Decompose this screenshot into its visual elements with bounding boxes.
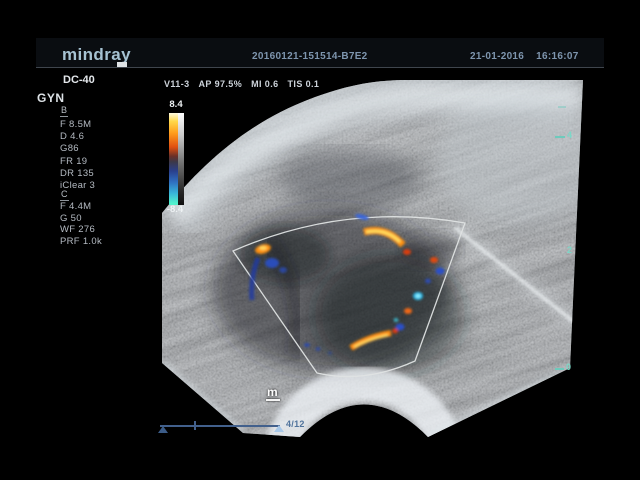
param-line: DR 135: [60, 168, 150, 180]
param-line: PRF 1.0k: [60, 236, 150, 248]
depth-label-4: 4: [567, 130, 572, 140]
cine-frame-indicator: 4/12: [286, 419, 305, 429]
doppler-color-bar: [169, 113, 178, 205]
datetime-display: 21-01-2016 16:16:07: [470, 51, 591, 62]
date-label: 21-01-2016: [470, 51, 524, 62]
machine-model-label: DC-40: [63, 74, 95, 86]
param-line: G86: [60, 143, 150, 155]
param-line: FR 19: [60, 156, 150, 168]
color-scale-max-label: 8.4: [162, 99, 190, 110]
exam-file-id: 20160121-151514-B7E2: [252, 51, 368, 62]
depth-tick-4: [555, 136, 565, 138]
b-mode-section-label: B: [60, 105, 68, 117]
time-label: 16:16:07: [536, 51, 578, 62]
param-line: F 8.5M: [60, 119, 150, 131]
cine-position-marker[interactable]: [274, 425, 284, 432]
ultrasound-screen: mindray 20160121-151514-B7E2 21-01-20161…: [0, 0, 640, 480]
mi-label: MI 0.6: [251, 79, 278, 89]
image-status-line: V11-3 AP 97.5% MI 0.6 TIS 0.1: [164, 79, 328, 89]
depth-tick-minor: [558, 106, 566, 108]
param-line: iClear 3: [60, 180, 150, 192]
body-marker-underline: [266, 399, 280, 401]
cine-mid-tick: [194, 421, 196, 430]
grayscale-bar: [178, 113, 184, 205]
b-mode-param-list: F 8.5MD 4.6G86FR 19DR 135iClear 3: [60, 119, 150, 192]
cine-progress-bar[interactable]: [160, 425, 280, 427]
c-mode-param-list: F 4.4MG 50WF 276PRF 1.0k: [60, 201, 150, 247]
acoustic-power-label: AP 97.5%: [199, 79, 243, 89]
depth-label-0: 0: [566, 362, 571, 372]
divider-tick-marker: [117, 62, 127, 67]
probe-label: V11-3: [164, 79, 190, 89]
param-line: F 4.4M: [60, 201, 150, 213]
titlebar-divider: [36, 67, 604, 68]
color-scale-min-label: -8.4: [158, 204, 192, 215]
body-marker: m: [267, 386, 278, 398]
cine-start-marker[interactable]: [158, 426, 168, 433]
tis-label: TIS 0.1: [288, 79, 320, 89]
param-line: WF 276: [60, 224, 150, 236]
param-line: G 50: [60, 213, 150, 225]
param-line: D 4.6: [60, 131, 150, 143]
depth-tick-0: [555, 368, 564, 370]
depth-label-2: 2: [567, 245, 572, 255]
c-mode-section-label: C: [60, 189, 69, 201]
exam-preset-label: GYN: [37, 91, 65, 105]
